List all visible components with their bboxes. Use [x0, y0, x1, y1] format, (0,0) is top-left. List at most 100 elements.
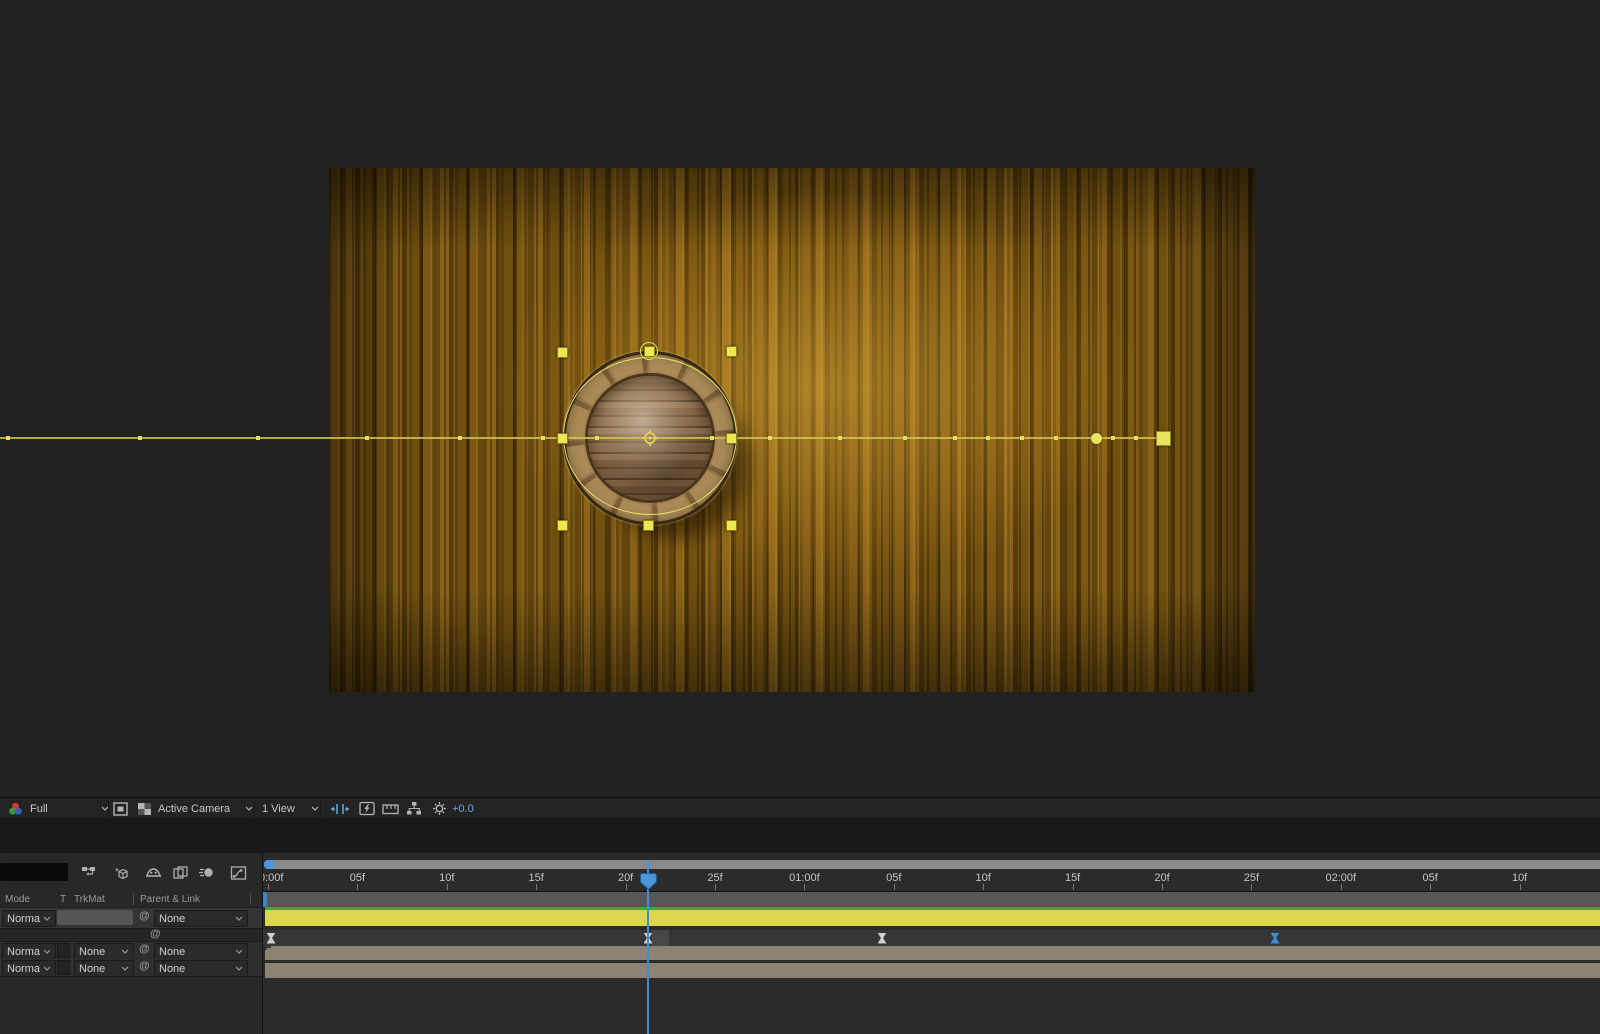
- column-trkmat[interactable]: TrkMat: [74, 894, 105, 905]
- playhead-handle[interactable]: [640, 873, 657, 890]
- playhead-line[interactable]: [647, 869, 649, 1034]
- motion-path-dot: [256, 436, 260, 440]
- timeline-panel: Mode T TrkMat Parent & Link Norma @ None…: [0, 853, 1600, 1034]
- timeline-track-pane: 0:00f05f10f15f20f25f01:00f05f10f15f20f25…: [263, 853, 1600, 1034]
- layer-3-duration-bar[interactable]: [265, 963, 1600, 978]
- selection-handle[interactable]: [726, 346, 737, 357]
- resolution-dropdown[interactable]: Full: [30, 798, 108, 819]
- time-ruler[interactable]: 0:00f05f10f15f20f25f01:00f05f10f15f20f25…: [263, 853, 1600, 892]
- column-t[interactable]: T: [60, 894, 66, 905]
- pickwhip-icon[interactable]: @: [139, 960, 150, 972]
- ruler-label: 15f: [529, 872, 544, 884]
- selection-handle[interactable]: [726, 433, 737, 444]
- preserve-transparency-box[interactable]: [57, 943, 70, 958]
- position-keyframe-track[interactable]: [263, 930, 1600, 946]
- motion-path-dot: [768, 436, 772, 440]
- layer-row-3[interactable]: Norma None @ None: [0, 959, 262, 977]
- ruler-label: 10f: [1512, 872, 1527, 884]
- ruler-label: 05f: [886, 872, 901, 884]
- selection-handle[interactable]: [557, 433, 568, 444]
- trkmat-value: None: [79, 962, 105, 976]
- motion-path-dot: [365, 436, 369, 440]
- motion-blur-button[interactable]: [197, 864, 215, 881]
- layer-row-2[interactable]: Norma None @ None: [0, 942, 262, 960]
- timeline-layer-pane: Mode T TrkMat Parent & Link Norma @ None…: [0, 853, 262, 1034]
- chevron-down-icon: [235, 966, 243, 971]
- column-mode[interactable]: Mode: [5, 894, 30, 905]
- show-channel-button[interactable]: [7, 798, 24, 819]
- ruler-tick: [894, 884, 895, 890]
- comp-mini-flowchart-button[interactable]: [80, 864, 98, 881]
- selection-handle[interactable]: [643, 520, 654, 531]
- timeline-button[interactable]: [382, 798, 399, 819]
- work-area-start-handle[interactable]: [263, 892, 267, 907]
- current-time-display[interactable]: [0, 863, 68, 881]
- blend-mode-dropdown[interactable]: Norma: [2, 910, 56, 927]
- ruler-tick: [1520, 884, 1521, 890]
- layer-1-duration-bar[interactable]: [265, 907, 1600, 926]
- ruler-label: 05f: [350, 872, 365, 884]
- ruler-tick: [626, 884, 627, 890]
- pickwhip-icon[interactable]: @: [139, 910, 150, 922]
- graph-editor-button[interactable]: [229, 864, 247, 881]
- fast-previews-icon: [359, 801, 375, 816]
- parent-dropdown[interactable]: None: [154, 910, 248, 927]
- comp-flowchart-button[interactable]: [406, 798, 422, 819]
- shy-button[interactable]: [144, 864, 162, 881]
- motion-path-dot: [953, 436, 957, 440]
- selection-handle[interactable]: [557, 347, 568, 358]
- layer-2-duration-bar[interactable]: [265, 946, 1600, 960]
- transparency-grid-button[interactable]: [137, 798, 152, 819]
- draft-3d-button[interactable]: [112, 864, 130, 881]
- pixel-aspect-correction-button[interactable]: [330, 798, 350, 819]
- layer-row-1[interactable]: Norma @ None: [0, 908, 262, 929]
- pickwhip-icon[interactable]: @: [139, 943, 150, 955]
- selection-handle[interactable]: [557, 520, 568, 531]
- navigator-start-handle[interactable]: [264, 860, 274, 869]
- selection-handle[interactable]: [726, 520, 737, 531]
- motion-path-end-keyframe[interactable]: [1156, 431, 1171, 446]
- composition-canvas[interactable]: [329, 168, 1255, 692]
- property-row-position[interactable]: @: [0, 929, 262, 942]
- column-parent-link[interactable]: Parent & Link: [140, 894, 200, 905]
- blend-mode-dropdown[interactable]: Norma: [2, 960, 56, 977]
- trkmat-dropdown[interactable]: None: [74, 960, 134, 977]
- fast-previews-button[interactable]: [359, 798, 375, 819]
- work-area-bar[interactable]: [263, 892, 1600, 907]
- keyframe-highlight-patch: [652, 930, 669, 946]
- frame-blending-button[interactable]: [171, 864, 189, 881]
- trkmat-dropdown[interactable]: None: [74, 943, 134, 960]
- ruler-tick: [357, 884, 358, 890]
- blend-mode-dropdown[interactable]: Norma: [2, 943, 56, 960]
- 3d-view-dropdown[interactable]: Active Camera: [158, 798, 250, 819]
- comp-panel-toolbar: Full Active Camera 1 View: [0, 797, 1600, 819]
- chevron-down-icon: [43, 916, 51, 921]
- parent-dropdown[interactable]: None: [154, 943, 248, 960]
- anchor-point-icon[interactable]: [641, 429, 659, 447]
- parent-dropdown[interactable]: None: [154, 960, 248, 977]
- panel-gap: [0, 818, 1600, 853]
- chevron-down-icon: [121, 949, 129, 954]
- ruler-label: 15f: [1065, 872, 1080, 884]
- property-pickwhip-icon[interactable]: @: [150, 928, 161, 940]
- 3d-view-value: Active Camera: [158, 803, 230, 815]
- preserve-transparency-box[interactable]: [57, 960, 70, 975]
- reset-exposure-button[interactable]: [432, 798, 447, 819]
- ruler-tick: [1073, 884, 1074, 890]
- pane-divider[interactable]: [262, 853, 263, 1034]
- trkmat-value: None: [79, 945, 105, 959]
- comp-mini-flowchart-icon: [81, 865, 97, 880]
- motion-path-keyframe-dot[interactable]: [1091, 433, 1102, 444]
- exposure-value: +0.0: [452, 803, 474, 815]
- ruler-tick: [1341, 884, 1342, 890]
- view-layout-dropdown[interactable]: 1 View: [262, 798, 314, 819]
- blend-mode-value: Norma: [7, 912, 40, 926]
- motion-path-dot: [1020, 436, 1024, 440]
- view-layout-value: 1 View: [262, 803, 295, 815]
- selection-handle[interactable]: [644, 346, 655, 357]
- timeline-navigator-bar[interactable]: [264, 860, 1600, 869]
- region-of-interest-button[interactable]: [113, 798, 128, 819]
- toolbar-divider: [320, 800, 321, 817]
- adjust-exposure-field[interactable]: +0.0: [452, 798, 474, 819]
- motion-path-dot: [838, 436, 842, 440]
